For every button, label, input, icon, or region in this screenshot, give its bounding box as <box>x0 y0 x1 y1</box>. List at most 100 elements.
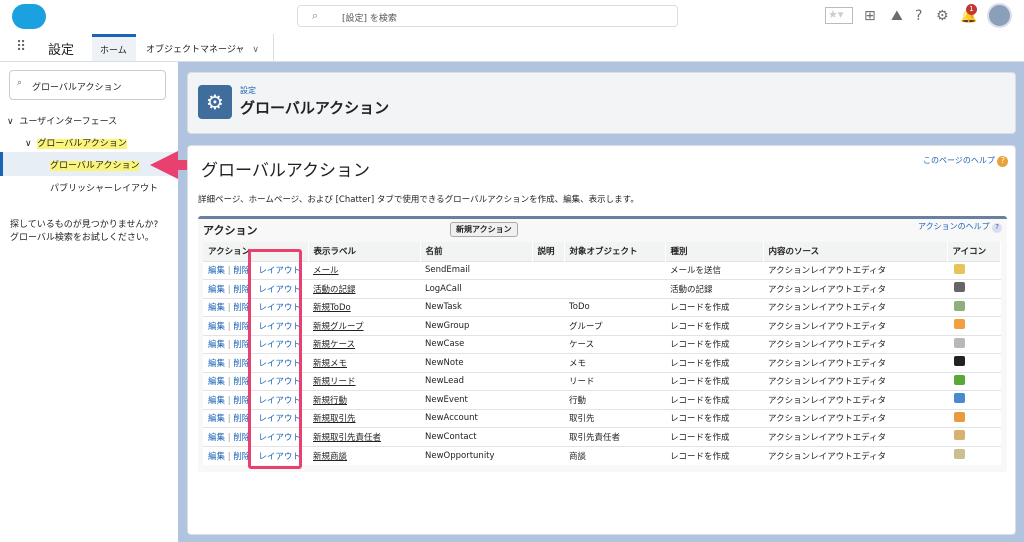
action-label-link[interactable]: 新規行動 <box>308 390 420 409</box>
content-source: アクションレイアウトエディタ <box>763 353 947 372</box>
content-source: アクションレイアウトエディタ <box>763 334 947 354</box>
icon-cell <box>947 260 1001 280</box>
action-description <box>532 371 564 391</box>
target-object <box>564 279 665 298</box>
contact-icon <box>954 430 965 441</box>
task-icon <box>954 300 965 311</box>
group-icon <box>954 319 965 330</box>
action-label-link[interactable]: 新規メモ <box>308 353 420 372</box>
avatar[interactable] <box>987 3 1012 28</box>
page-header: ⚙ 設定 グローバルアクション <box>187 72 1016 134</box>
action-name: SendEmail <box>420 260 532 280</box>
action-name: NewCase <box>420 334 532 354</box>
action-type: レコードを作成 <box>665 297 763 317</box>
target-object: メモ <box>564 353 665 372</box>
separator: | <box>227 284 231 295</box>
action-description <box>532 427 564 446</box>
section-help-text[interactable]: アクションのヘルプ <box>918 222 990 231</box>
action-description <box>532 316 564 335</box>
tree-global-actions-group[interactable]: ∨ グローバルアクション <box>25 136 127 149</box>
actions-table: アクション 表示ラベル 名前 説明 対象オブジェクト 種別 内容のソース アイコン 編集 | … <box>203 242 1001 465</box>
search-icon: ⌕ <box>17 78 23 88</box>
new-action-button[interactable]: 新規アクション <box>450 222 518 237</box>
edit-link[interactable]: 編集 <box>208 340 225 350</box>
page-help-text[interactable]: このページのヘルプ <box>923 156 995 165</box>
action-label-link[interactable]: 活動の記録 <box>308 279 420 298</box>
edit-link[interactable]: 編集 <box>208 414 225 424</box>
quick-find-input[interactable]: ⌕ グローバルアクション <box>9 70 166 100</box>
column-header: 名前 <box>420 242 533 261</box>
page-help-link[interactable]: このページのヘルプ ? <box>923 155 1009 167</box>
edit-link[interactable]: 編集 <box>208 266 225 276</box>
email-icon <box>954 263 965 274</box>
column-header: 表示ラベル <box>308 242 421 261</box>
action-description <box>532 260 564 280</box>
action-name: NewContact <box>420 427 532 446</box>
add-icon[interactable]: ⊞ <box>864 8 876 24</box>
breadcrumb[interactable]: 設定 <box>240 85 256 96</box>
target-object: 取引先 <box>564 408 665 428</box>
edit-link[interactable]: 編集 <box>208 396 225 406</box>
table-row: 編集 | 削除 レイアウト 新規行動 NewEvent 行動 レコードを作成 ア… <box>203 390 1001 409</box>
app-launcher-icon[interactable]: ⠿ <box>16 39 26 55</box>
action-label-link[interactable]: 新規商談 <box>308 445 420 465</box>
tree-user-interface[interactable]: ∨ ユーザインターフェース <box>7 114 117 127</box>
action-name: NewAccount <box>420 408 532 428</box>
quick-find-value: グローバルアクション <box>32 83 122 93</box>
tree-label: グローバルアクション <box>37 139 127 149</box>
action-type: レコードを作成 <box>665 334 763 354</box>
action-name: LogACall <box>420 279 532 298</box>
edit-link[interactable]: 編集 <box>208 303 225 313</box>
content-title: グローバルアクション <box>201 161 370 181</box>
action-description <box>532 408 564 428</box>
actions-section: アクション 新規アクション アクションのヘルプ ? アクション 表示ラベル 名前 説明… <box>198 216 1007 472</box>
section-title: アクション <box>203 224 258 237</box>
separator: | <box>227 340 231 351</box>
separator: | <box>227 395 231 406</box>
action-description <box>532 297 564 317</box>
action-label-link[interactable]: 新規グループ <box>308 316 420 335</box>
search-input[interactable]: ⌕ [設定] を検索 <box>297 5 678 27</box>
favorites-star-icon[interactable]: ★▾ <box>825 7 853 24</box>
icon-cell <box>947 297 1001 317</box>
edit-link[interactable]: 編集 <box>208 377 225 387</box>
action-label-link[interactable]: 新規取引先責任者 <box>308 427 420 446</box>
action-label-link[interactable]: 新規取引先 <box>308 408 420 428</box>
edit-link[interactable]: 編集 <box>208 322 225 332</box>
global-search-hint: グローバル検索をお試しください。 <box>10 233 154 243</box>
action-name: NewOpportunity <box>420 445 532 465</box>
tab-object-manager[interactable]: オブジェクトマネージャ ∨ <box>138 34 274 61</box>
separator: | <box>227 377 231 388</box>
target-object: ケース <box>564 334 665 354</box>
edit-link[interactable]: 編集 <box>208 359 225 369</box>
phone-icon <box>954 282 965 293</box>
content-source: アクションレイアウトエディタ <box>763 445 947 465</box>
edit-link[interactable]: 編集 <box>208 452 225 462</box>
target-object <box>564 260 665 280</box>
help-icon: ? <box>997 156 1009 167</box>
salesforce-logo[interactable] <box>12 4 46 29</box>
action-description <box>532 334 564 354</box>
tree-publisher-layouts[interactable]: パブリッシャーレイアウト <box>50 181 158 194</box>
event-icon <box>954 393 965 404</box>
setup-sidebar: ⌕ グローバルアクション ∨ ユーザインターフェース ∨ グローバルアクション グ… <box>0 62 178 542</box>
help-icon[interactable]: ? <box>915 8 922 24</box>
tree-label: ユーザインターフェース <box>19 117 118 127</box>
action-type: レコードを作成 <box>665 353 763 372</box>
action-label-link[interactable]: 新規ToDo <box>308 297 420 317</box>
edit-link[interactable]: 編集 <box>208 433 225 443</box>
action-label-link[interactable]: メール <box>308 260 420 280</box>
action-description <box>532 279 564 298</box>
action-label-link[interactable]: 新規ケース <box>308 334 420 354</box>
section-help-link[interactable]: アクションのヘルプ ? <box>918 221 1003 233</box>
separator: | <box>227 358 231 369</box>
table-row: 編集 | 削除 レイアウト 新規取引先 NewAccount 取引先 レコードを… <box>203 408 1001 428</box>
edit-link[interactable]: 編集 <box>208 285 225 295</box>
tab-home[interactable]: ホーム <box>92 34 136 61</box>
action-label-link[interactable]: 新規リード <box>308 371 420 391</box>
icon-cell <box>947 390 1001 409</box>
gear-icon[interactable]: ⚙ <box>936 8 949 24</box>
trailhead-icon[interactable]: ⛰ <box>891 8 903 24</box>
action-type: メールを送信 <box>665 260 763 280</box>
chevron-down-icon[interactable]: ∨ <box>252 45 259 55</box>
